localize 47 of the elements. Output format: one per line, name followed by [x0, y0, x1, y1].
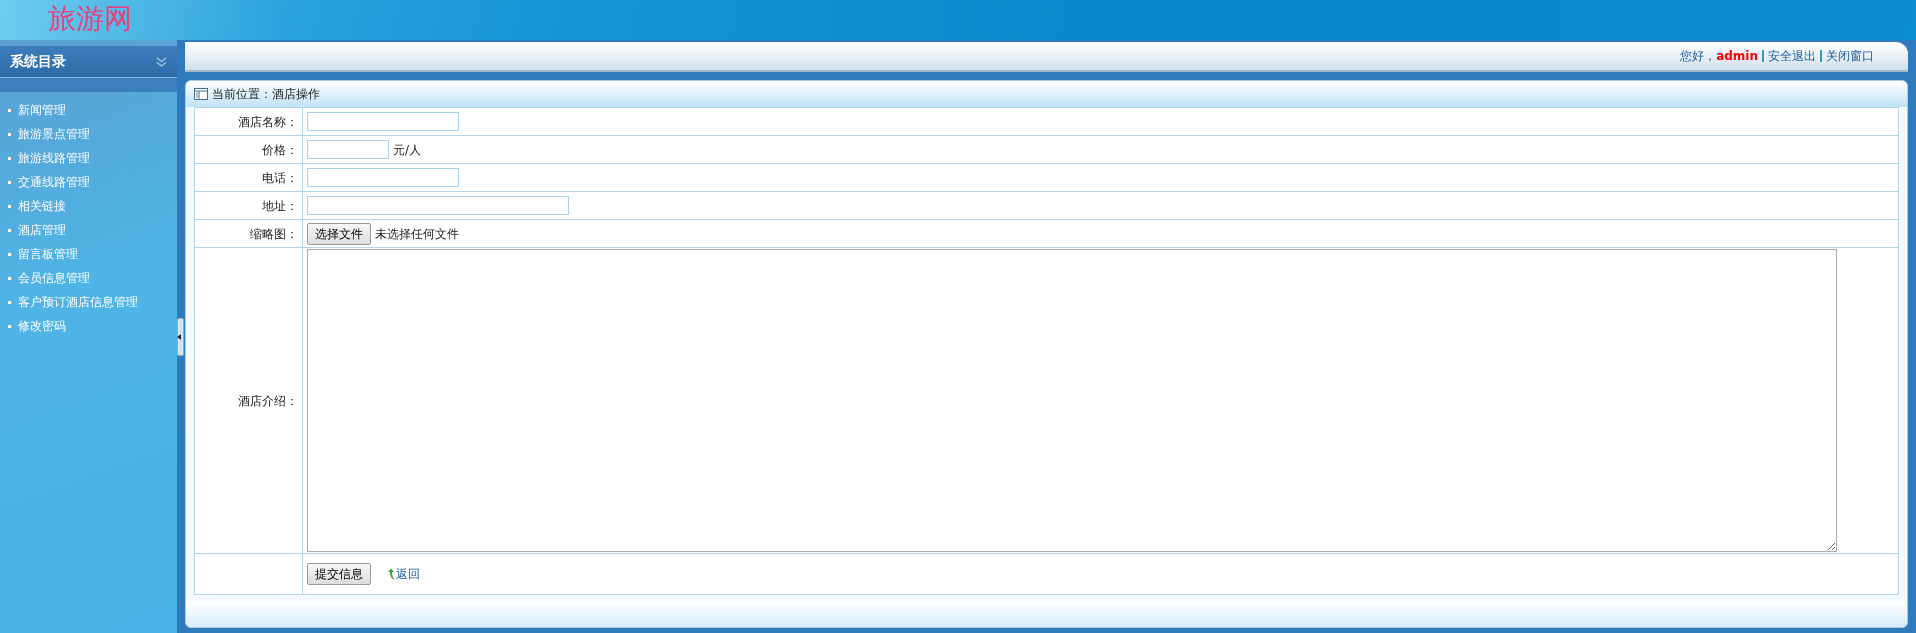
bullet-icon: [8, 204, 11, 208]
input-field[interactable]: [307, 196, 569, 215]
back-arrow-icon: [387, 568, 396, 580]
sidebar-item[interactable]: 会员信息管理: [18, 269, 90, 287]
bullet-icon: [8, 156, 11, 160]
file-button[interactable]: 选择文件: [307, 222, 371, 245]
field-label: 地址：: [262, 198, 298, 213]
site-logo: 旅游网: [48, 2, 132, 35]
bullet-icon: [8, 180, 11, 184]
sidebar-title: 系统目录: [10, 52, 66, 71]
sidebar-item[interactable]: 修改密码: [18, 317, 66, 335]
sidebar-item[interactable]: 相关链接: [18, 197, 66, 215]
textarea-field[interactable]: [307, 249, 1837, 552]
field-label: 电话：: [262, 170, 298, 185]
top-link[interactable]: 安全退出: [1762, 50, 1820, 62]
submit-button[interactable]: 提交信息: [307, 563, 371, 585]
sidebar-item[interactable]: 客户预订酒店信息管理: [18, 293, 138, 311]
input-field[interactable]: [307, 140, 389, 159]
double-chevron-icon[interactable]: [156, 56, 167, 67]
bullet-icon: [8, 132, 11, 136]
unit-label: 元/人: [393, 141, 422, 159]
greeting-text: 您好，: [1680, 48, 1717, 65]
sidebar-item[interactable]: 留言板管理: [18, 245, 78, 263]
bullet-icon: [8, 324, 11, 328]
back-link[interactable]: 返回: [387, 565, 420, 583]
input-field[interactable]: [307, 112, 459, 131]
sidebar-item[interactable]: 酒店管理: [18, 221, 66, 239]
panel-icon: [194, 88, 208, 100]
sidebar-item[interactable]: 旅游线路管理: [18, 149, 90, 167]
bullet-icon: [8, 300, 11, 304]
username: admin: [1716, 48, 1758, 65]
field-label: 酒店名称：: [238, 114, 298, 129]
bullet-icon: [8, 228, 11, 232]
collapse-handle[interactable]: [177, 317, 184, 356]
sidebar-item[interactable]: 交通线路管理: [18, 173, 90, 191]
field-label: 缩略图：: [250, 226, 298, 241]
breadcrumb: 当前位置：酒店操作: [212, 86, 320, 103]
file-status: 未选择任何文件: [375, 225, 459, 243]
sidebar-item[interactable]: 新闻管理: [18, 101, 66, 119]
bullet-icon: [8, 252, 11, 256]
top-link[interactable]: 关闭窗口: [1820, 50, 1878, 62]
bullet-icon: [8, 276, 11, 280]
sidebar-item[interactable]: 旅游景点管理: [18, 125, 90, 143]
field-label: 酒店介绍：: [238, 393, 298, 408]
bullet-icon: [8, 108, 11, 112]
field-label: 价格：: [262, 142, 298, 157]
input-field[interactable]: [307, 168, 459, 187]
